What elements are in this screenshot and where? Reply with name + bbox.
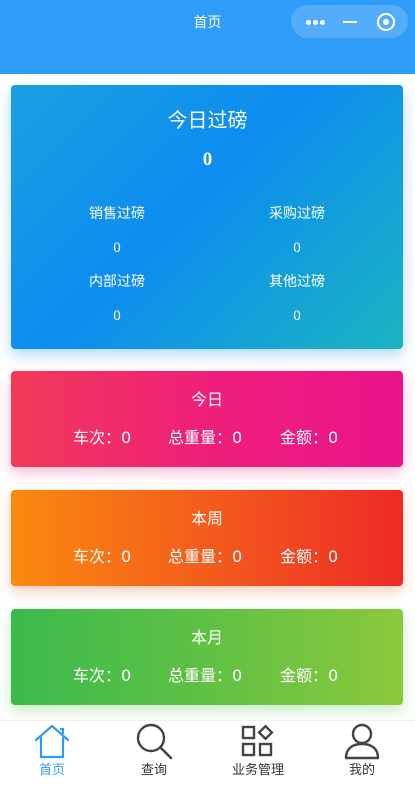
- user-icon: [344, 723, 380, 760]
- trips-count: 车次：0: [73, 666, 132, 685]
- tab-home[interactable]: 首页: [7, 721, 97, 781]
- today-weighing-title: 今日过磅: [167, 108, 248, 132]
- stat-internal: 内部过磅 0: [27, 272, 207, 326]
- navigation-bar: 首页: [0, 0, 415, 74]
- tab-business[interactable]: 业务管理: [213, 721, 303, 781]
- trips-count: 车次：0: [73, 547, 132, 566]
- tab-query[interactable]: 查询: [109, 721, 199, 781]
- week-card[interactable]: 本周 车次：0 总重量：0 金额：0: [11, 490, 403, 586]
- stat-label: 其他过磅: [269, 274, 325, 290]
- home-icon: [34, 724, 70, 759]
- total-weight: 总重量：0: [168, 666, 243, 685]
- trips-count: 车次：0: [73, 428, 132, 447]
- today-card[interactable]: 今日 车次：0 总重量：0 金额：0: [11, 371, 403, 467]
- tab-bar: 首页 查询 业务管理 我的: [0, 720, 415, 789]
- stat-value: 0: [293, 308, 301, 324]
- search-icon: [136, 723, 173, 760]
- today-title: 今日: [190, 390, 223, 409]
- today-stats: 车次：0 总重量：0 金额：0: [11, 426, 403, 450]
- tab-label: 我的: [348, 763, 375, 778]
- tab-label: 首页: [38, 763, 65, 778]
- today-weighing-total: 0: [202, 149, 213, 170]
- stat-label: 采购过磅: [269, 206, 325, 222]
- week-title: 本周: [190, 509, 223, 528]
- tab-label: 业务管理: [231, 763, 284, 778]
- stat-label: 销售过磅: [89, 206, 145, 222]
- close-miniprogram-icon[interactable]: [368, 5, 407, 38]
- stat-label: 内部过磅: [89, 274, 145, 290]
- stat-purchase: 采购过磅 0: [207, 204, 387, 258]
- amount: 金额：0: [280, 428, 339, 447]
- stat-other: 其他过磅 0: [207, 272, 387, 326]
- amount: 金额：0: [280, 547, 339, 566]
- month-card[interactable]: 本月 车次：0 总重量：0 金额：0: [11, 609, 403, 705]
- total-weight: 总重量：0: [168, 547, 243, 566]
- stat-value: 0: [113, 240, 121, 256]
- tab-label: 查询: [140, 763, 167, 778]
- month-title: 本月: [190, 628, 223, 647]
- week-stats: 车次：0 总重量：0 金额：0: [11, 545, 403, 569]
- grid-icon: [241, 724, 274, 757]
- miniprogram-capsule: [291, 5, 408, 38]
- stat-value: 0: [293, 240, 301, 256]
- total-weight: 总重量：0: [168, 428, 243, 447]
- tab-mine[interactable]: 我的: [317, 721, 407, 781]
- month-stats: 车次：0 总重量：0 金额：0: [11, 664, 403, 688]
- stat-sales: 销售过磅 0: [27, 204, 207, 258]
- amount: 金额：0: [280, 666, 339, 685]
- stat-value: 0: [113, 308, 121, 324]
- minimize-icon[interactable]: [330, 5, 369, 38]
